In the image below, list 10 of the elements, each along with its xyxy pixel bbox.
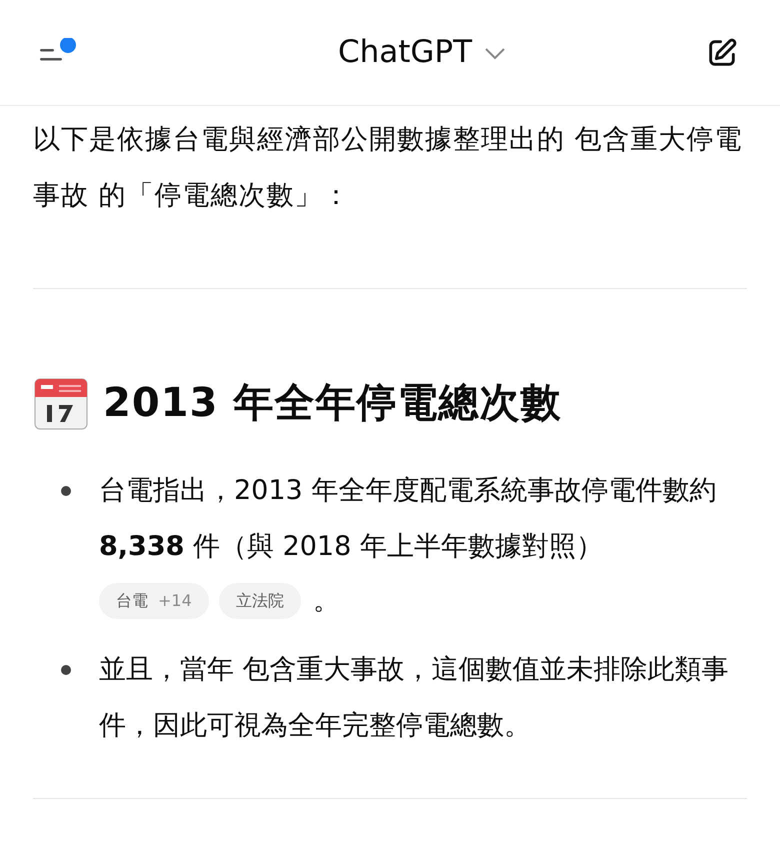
citation-chip[interactable]: 台電 +14 <box>99 583 209 620</box>
citation-chip[interactable]: 立法院 <box>218 583 301 620</box>
section-heading: 2013 年全年停電總次數 <box>103 379 562 428</box>
citation-count: +14 <box>158 590 192 612</box>
period-mark: 。 <box>312 584 340 618</box>
model-selector[interactable]: ChatGPT <box>338 29 506 76</box>
chevron-down-icon <box>484 46 506 60</box>
bullet-text: 台電指出，2013 年全年度配電系統事故停電件數約 8,338 件（與 2018 年上半年數據對照） <box>99 474 718 564</box>
intro-paragraph: 以下是依據台電與經濟部公開數據整理出的 包含重大停電事故 的「停電總次數」： <box>33 123 744 213</box>
bullet-text: 並且，當年 包含重大事故，這個數值並未排除此類事件，因此可視為全年完整停電總數。 <box>99 652 730 742</box>
